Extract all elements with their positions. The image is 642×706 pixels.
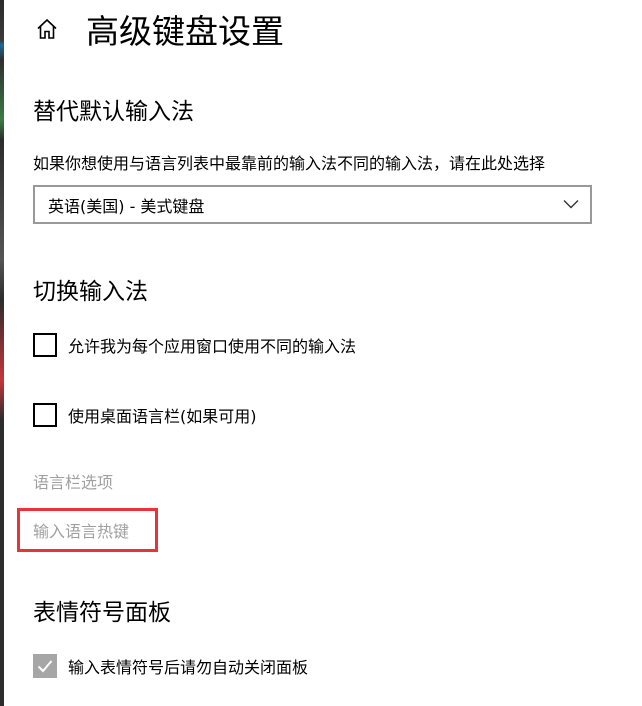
section-title-emoji-panel: 表情符号面板: [33, 600, 171, 626]
home-button[interactable]: [34, 16, 60, 42]
checkmark-icon: [37, 660, 53, 673]
window-left-edge: [0, 0, 4, 706]
emoji-panel-checkbox[interactable]: [33, 654, 57, 678]
desktop-language-bar-label: 使用桌面语言栏(如果可用): [68, 407, 257, 426]
checkbox-row-emoji-panel[interactable]: 输入表情符号后请勿自动关闭面板: [33, 654, 308, 678]
emoji-panel-label: 输入表情符号后请勿自动关闭面板: [68, 658, 309, 677]
dropdown-selected-value: 英语(美国) - 美式键盘: [48, 196, 205, 216]
checkbox-row-desktop-language-bar[interactable]: 使用桌面语言栏(如果可用): [33, 403, 257, 427]
home-icon: [37, 18, 57, 39]
section-title-switch-input: 切换输入法: [33, 279, 148, 305]
per-app-input-checkbox[interactable]: [33, 333, 57, 357]
language-bar-options-link[interactable]: 语言栏选项: [33, 469, 113, 493]
checkbox-row-per-app-input[interactable]: 允许我为每个应用窗口使用不同的输入法: [33, 333, 356, 357]
page-header: 高级键盘设置: [34, 4, 284, 54]
input-method-dropdown[interactable]: 英语(美国) - 美式键盘: [33, 185, 592, 224]
settings-page: 高级键盘设置 替代默认输入法 如果你想使用与语言列表中最靠前的输入法不同的输入法…: [0, 0, 642, 706]
desktop-language-bar-checkbox[interactable]: [33, 403, 57, 427]
per-app-input-label: 允许我为每个应用窗口使用不同的输入法: [68, 337, 357, 356]
section-title-override-input: 替代默认输入法: [33, 99, 194, 125]
chevron-down-icon: [563, 200, 579, 209]
override-input-description: 如果你想使用与语言列表中最靠前的输入法不同的输入法，请在此处选择: [33, 154, 546, 173]
page-title: 高级键盘设置: [86, 12, 284, 51]
highlight-annotation-box: [17, 508, 158, 552]
